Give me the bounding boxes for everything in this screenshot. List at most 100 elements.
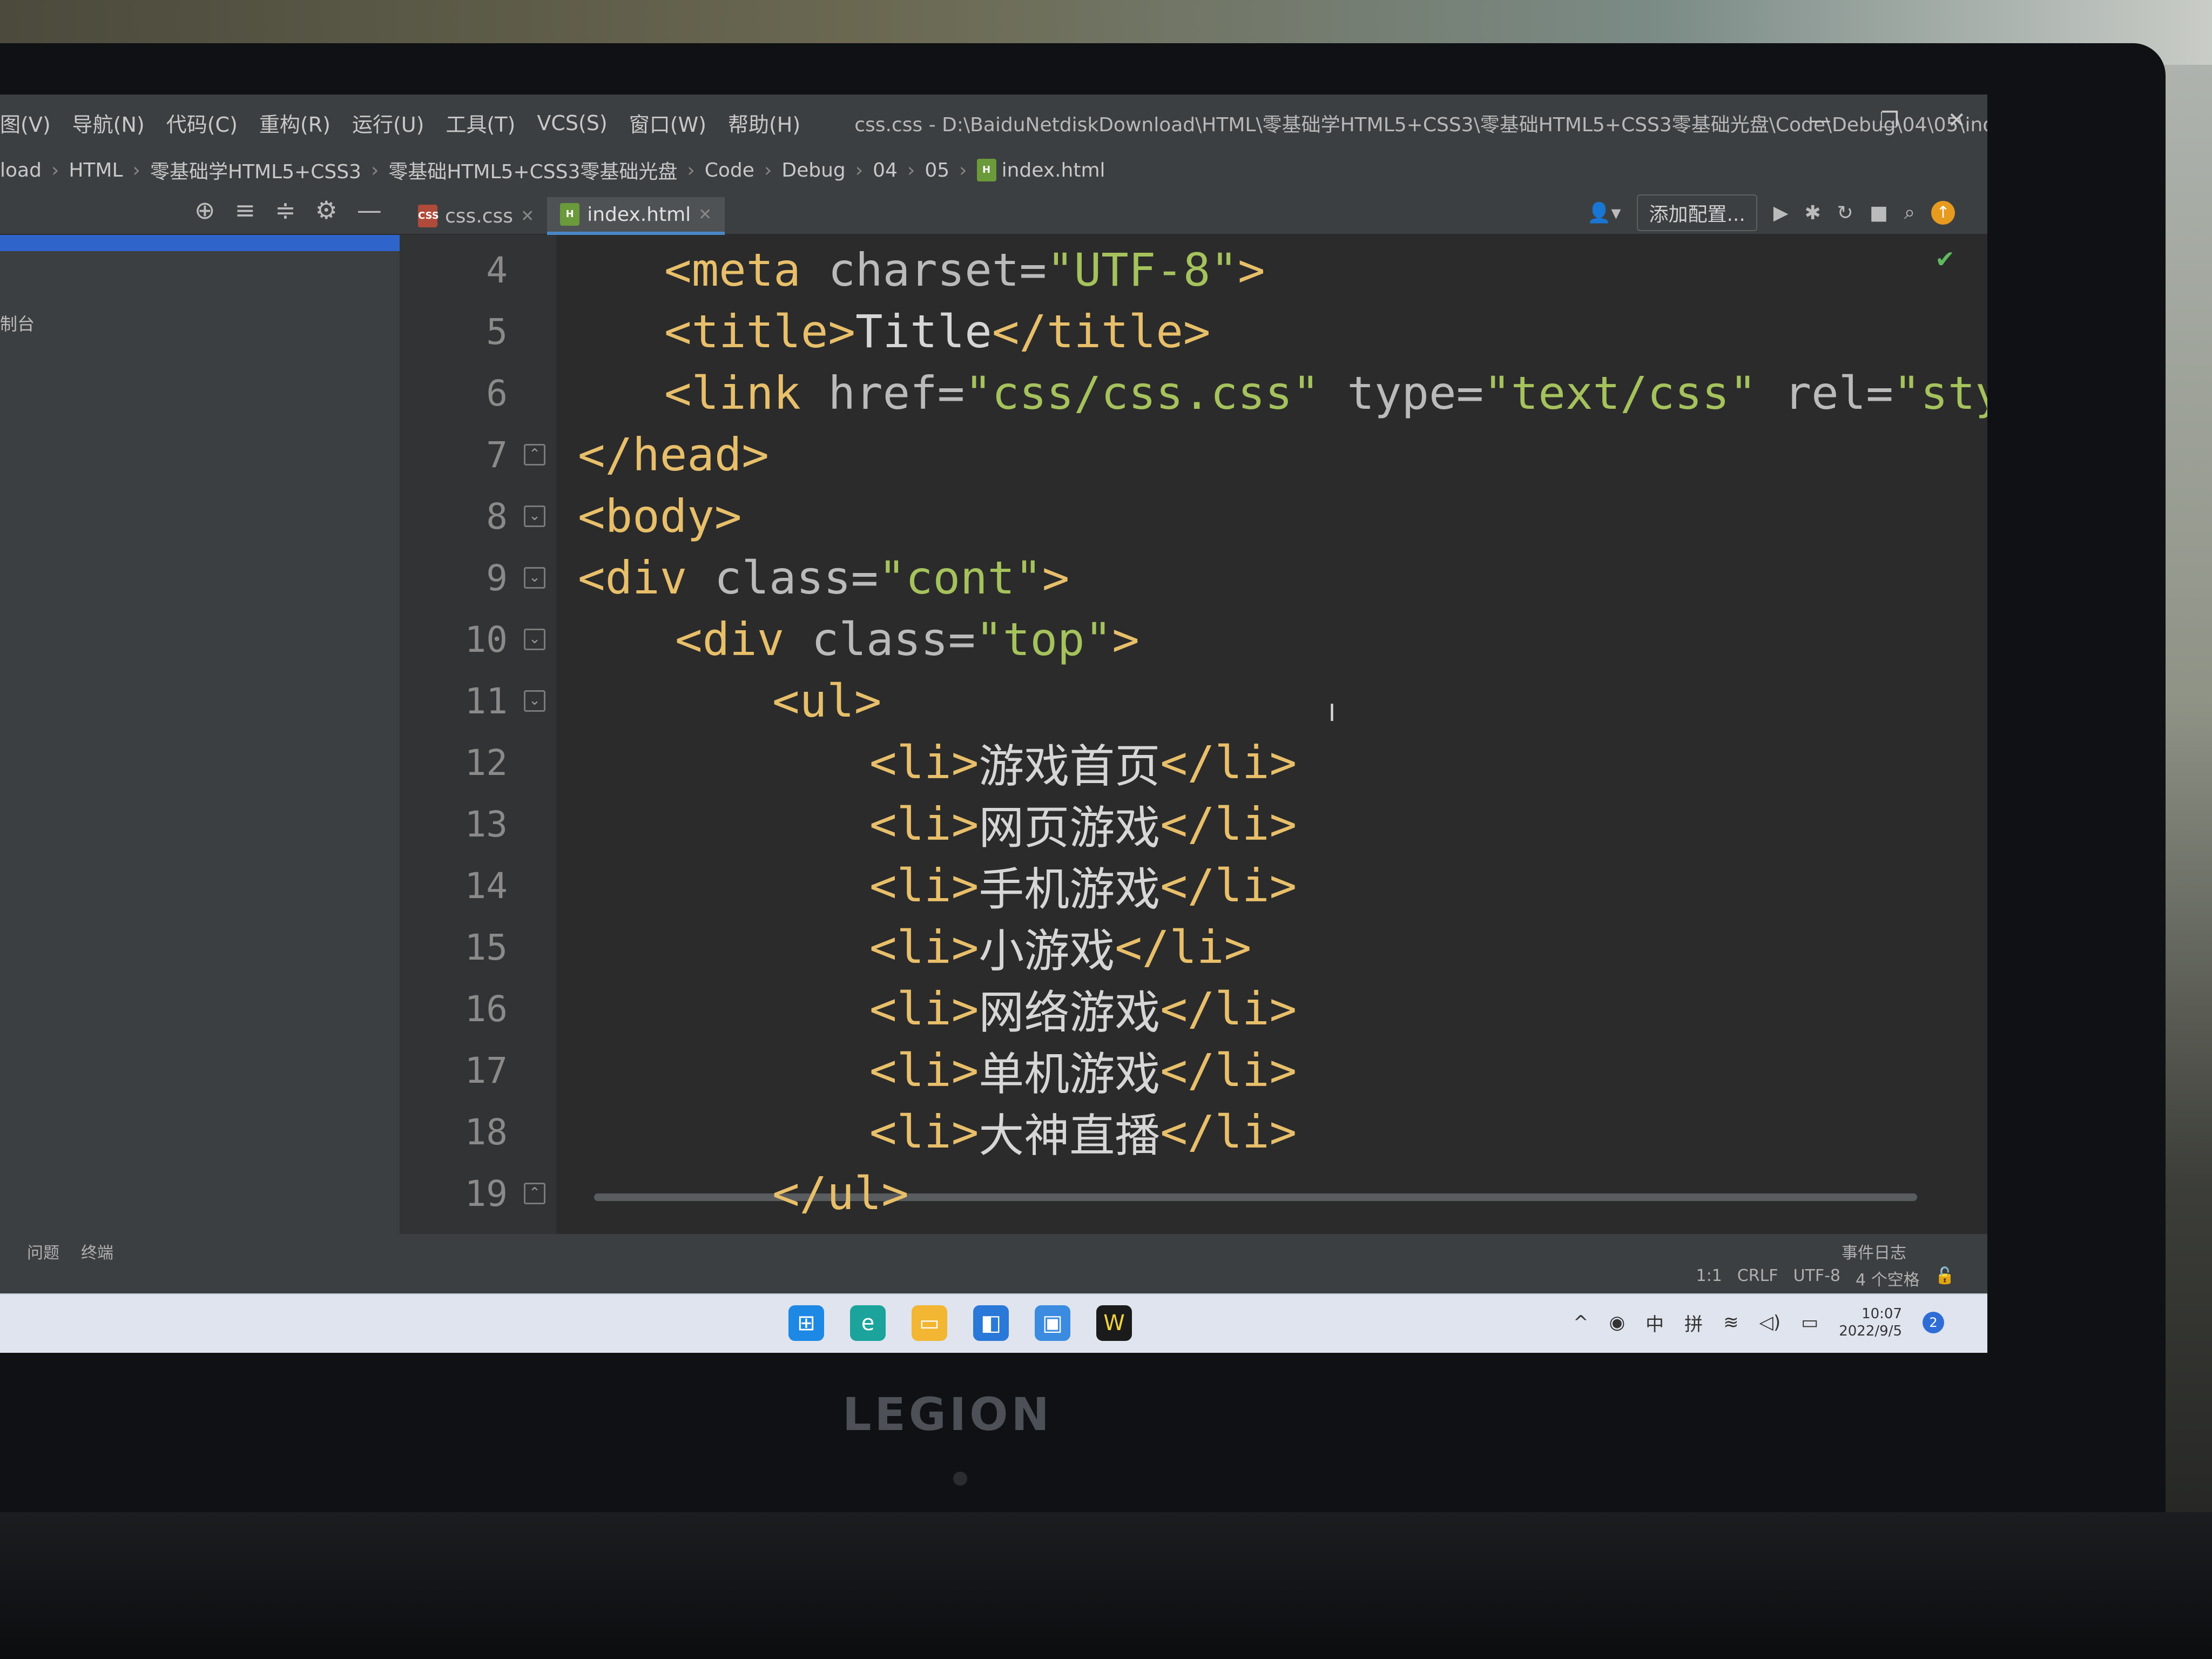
ime-mode[interactable]: 拼 xyxy=(1684,1310,1703,1336)
line-number: 12 xyxy=(464,741,508,784)
breadcrumb-item[interactable]: 04 xyxy=(873,159,898,181)
indent-setting[interactable]: 4 个空格 xyxy=(1856,1266,1920,1290)
menu-refactor[interactable]: 重构(R) xyxy=(259,108,331,138)
tab-css-css[interactable]: CSS css.css ✕ xyxy=(405,197,547,235)
breadcrumb-current-file[interactable]: index.html xyxy=(1002,159,1105,181)
problems-tab[interactable]: 问题 xyxy=(27,1239,59,1263)
update-icon[interactable]: ↑ xyxy=(1931,201,1955,225)
code-line[interactable]: </head> xyxy=(578,425,769,484)
selected-item[interactable] xyxy=(0,235,400,251)
gear-icon[interactable]: ⚙ xyxy=(315,195,338,225)
stop-icon[interactable]: ■ xyxy=(1870,202,1888,224)
run-icon[interactable]: ▶ xyxy=(1773,202,1789,224)
menu-code[interactable]: 代码(C) xyxy=(166,108,238,138)
menu-bar: 图(V) 导航(N) 代码(C) 重构(R) 运行(U) 工具(T) VCS(S… xyxy=(0,95,1987,151)
breadcrumb-item[interactable]: 零基础HTML5+CSS3零基础光盘 xyxy=(388,156,677,184)
menu-vcs[interactable]: VCS(S) xyxy=(537,111,607,135)
chevron-right-icon: › xyxy=(959,159,967,181)
clock[interactable]: 10:07 2022/9/5 xyxy=(1839,1305,1902,1340)
code-line[interactable]: <body> xyxy=(578,487,741,546)
file-encoding[interactable]: UTF-8 xyxy=(1793,1266,1840,1290)
code-editor[interactable]: ✔ I <meta charset= "UTF-8" > <title> Title </… xyxy=(556,235,1987,1234)
code-line[interactable]: <li> 小游戏 </li> xyxy=(869,918,1251,977)
fold-marker-icon[interactable]: ⌄ xyxy=(524,505,545,527)
breadcrumb-item[interactable]: Debug xyxy=(781,159,845,181)
event-log-button[interactable]: 事件日志 xyxy=(1842,1239,1906,1263)
status-bar: 问题 终端 事件日志 1:1 CRLF UTF-8 4 个空格 🔓 xyxy=(0,1234,1987,1293)
ime-indicator[interactable]: 中 xyxy=(1645,1310,1664,1336)
code-line[interactable]: <li> 大神直播 </li> xyxy=(869,1102,1297,1162)
close-icon[interactable]: ✕ xyxy=(698,205,712,224)
code-line[interactable]: <title> Title </title> xyxy=(664,302,1210,361)
code-line[interactable]: </ul> xyxy=(772,1164,909,1223)
breadcrumb-item[interactable]: 05 xyxy=(925,159,949,181)
code-line[interactable]: <meta charset= "UTF-8" > xyxy=(664,240,1265,300)
code-line[interactable]: <div class= "top" > xyxy=(675,610,1139,669)
collapse-icon[interactable]: ≡ xyxy=(235,195,256,225)
menu-view[interactable]: 图(V) xyxy=(0,108,51,138)
menu-run[interactable]: 运行(U) xyxy=(352,108,424,138)
terminal-tab[interactable]: 终端 xyxy=(81,1239,113,1263)
breadcrumb-item[interactable]: HTML xyxy=(69,159,123,181)
fold-marker-icon[interactable]: ⌄ xyxy=(524,629,545,650)
close-icon[interactable]: ✕ xyxy=(521,207,534,226)
add-configuration-button[interactable]: 添加配置... xyxy=(1637,194,1757,231)
webstorm-icon[interactable]: W xyxy=(1096,1305,1132,1341)
fold-marker-icon[interactable]: ⌄ xyxy=(524,567,545,589)
code-token: <li> xyxy=(869,798,979,851)
debug-icon[interactable]: ✱ xyxy=(1804,202,1820,224)
qq-icon[interactable]: ◉ xyxy=(1609,1312,1626,1333)
app-icon[interactable]: ▣ xyxy=(1035,1305,1070,1341)
code-line[interactable]: <link href= "css/css.css" type= "text/css"… xyxy=(664,363,1987,423)
code-line[interactable]: <li> 单机游戏 </li> xyxy=(869,1041,1297,1101)
code-token: 大神直播 xyxy=(979,1109,1161,1162)
tab-label: css.css xyxy=(445,205,514,227)
chevron-up-icon[interactable]: ^ xyxy=(1573,1312,1589,1333)
code-line[interactable]: <li> 游戏首页 </li> xyxy=(869,733,1297,793)
fold-marker-icon[interactable]: ⌃ xyxy=(524,444,545,466)
code-line[interactable]: <ul> xyxy=(772,671,881,731)
menu-window[interactable]: 窗口(W) xyxy=(629,108,706,138)
breadcrumb-item[interactable]: load xyxy=(0,159,42,181)
fold-marker-icon[interactable]: ⌃ xyxy=(524,1183,545,1204)
fold-marker-icon[interactable]: ⌄ xyxy=(524,690,545,712)
close-button[interactable]: ✕ xyxy=(1947,108,1966,133)
menu-navigate[interactable]: 导航(N) xyxy=(72,108,145,138)
line-separator[interactable]: CRLF xyxy=(1737,1266,1778,1290)
code-token: </li> xyxy=(1160,798,1297,851)
code-line[interactable]: <li> 手机游戏 </li> xyxy=(869,856,1297,916)
menu-tools[interactable]: 工具(T) xyxy=(446,108,515,138)
expand-icon[interactable]: ≑ xyxy=(275,195,296,225)
edge-icon[interactable]: e xyxy=(850,1305,886,1341)
code-token: </li> xyxy=(1160,859,1297,912)
windows-start-icon[interactable]: ⊞ xyxy=(788,1305,824,1341)
battery-icon[interactable]: ▭ xyxy=(1801,1312,1818,1333)
restore-button[interactable]: ❐ xyxy=(1880,108,1899,133)
code-line[interactable]: <li> 网络游戏 </li> xyxy=(869,979,1297,1039)
code-line[interactable]: <div class= "cont" > xyxy=(578,548,1069,608)
breadcrumb-item[interactable]: Code xyxy=(705,159,754,181)
coverage-icon[interactable]: ↻ xyxy=(1837,202,1853,224)
code-token: class= xyxy=(714,551,879,604)
minimize-button[interactable]: — xyxy=(1810,108,1831,133)
code-token: "top" xyxy=(975,613,1112,666)
search-icon[interactable]: ⌕ xyxy=(1904,201,1915,224)
notification-badge[interactable]: 2 xyxy=(1923,1312,1944,1333)
volume-icon[interactable]: ◁) xyxy=(1759,1312,1781,1333)
minus-icon[interactable]: — xyxy=(357,195,382,225)
user-icon[interactable]: 👤▾ xyxy=(1587,201,1621,224)
lock-icon[interactable]: 🔓 xyxy=(1935,1266,1955,1290)
code-token: <link xyxy=(664,367,828,420)
line-number: 10 xyxy=(464,618,508,660)
store-icon[interactable]: ◧ xyxy=(973,1305,1009,1341)
globe-icon[interactable]: ⊕ xyxy=(194,195,215,225)
wifi-icon[interactable]: ≋ xyxy=(1723,1312,1739,1333)
code-token: </title> xyxy=(992,305,1211,358)
code-token: 游戏首页 xyxy=(979,739,1161,793)
code-line[interactable]: <li> 网页游戏 </li> xyxy=(869,794,1297,854)
file-explorer-icon[interactable]: ▭ xyxy=(912,1305,947,1341)
cursor-position[interactable]: 1:1 xyxy=(1696,1266,1722,1290)
menu-help[interactable]: 帮助(H) xyxy=(728,108,800,138)
tab-index-html[interactable]: H index.html ✕ xyxy=(547,197,725,235)
breadcrumb-item[interactable]: 零基础学HTML5+CSS3 xyxy=(150,156,361,184)
